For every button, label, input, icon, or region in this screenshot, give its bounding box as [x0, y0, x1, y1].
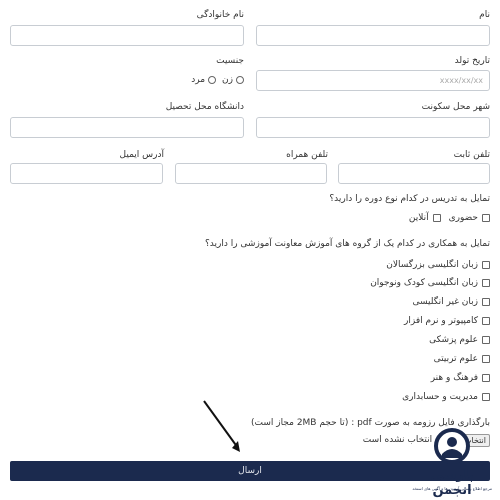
arrow-annotation-icon — [203, 400, 240, 452]
watermark-logo: پارسی انجمن مرجع اطلاع رسانی آزمون ها و … — [412, 428, 492, 498]
watermark-tagline: مرجع اطلاع رسانی آزمون ها و آگهی های است… — [412, 486, 492, 491]
watermark-brand-text: پارسی انجمن — [430, 468, 474, 498]
